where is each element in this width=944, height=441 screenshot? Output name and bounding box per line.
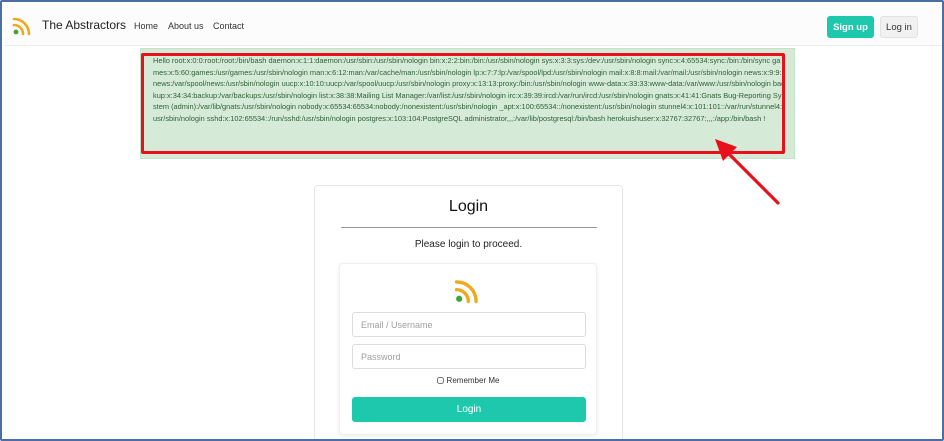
title-divider [341,227,597,228]
password-input[interactable] [352,344,586,369]
login-form: Remember Me Login [339,263,597,435]
nav-link-contact[interactable]: Contact [213,21,244,31]
login-submit-button[interactable]: Login [352,397,586,422]
rss-feed-icon [454,280,478,304]
remember-me-label: Remember Me [446,376,500,385]
nav-link-about[interactable]: About us [168,21,204,31]
browser-frame: The Abstractors Home About us Contact Si… [0,0,944,441]
login-card: Login Please login to proceed. Remember … [314,185,623,439]
rss-feed-icon [12,17,31,36]
nav-link-home[interactable]: Home [134,21,158,31]
login-subtitle: Please login to proceed. [414,239,523,250]
brand-name[interactable]: The Abstractors [42,18,126,32]
annotation-highlight-box [141,53,785,154]
remember-me-checkbox[interactable] [436,377,444,385]
navbar: The Abstractors Home About us Contact Si… [4,4,942,46]
login-nav-button[interactable]: Log in [880,16,918,38]
login-title: Login [448,198,489,215]
signup-button[interactable]: Sign up [827,16,874,38]
remember-me-row: Remember Me [340,376,596,385]
email-username-input[interactable] [352,312,586,337]
